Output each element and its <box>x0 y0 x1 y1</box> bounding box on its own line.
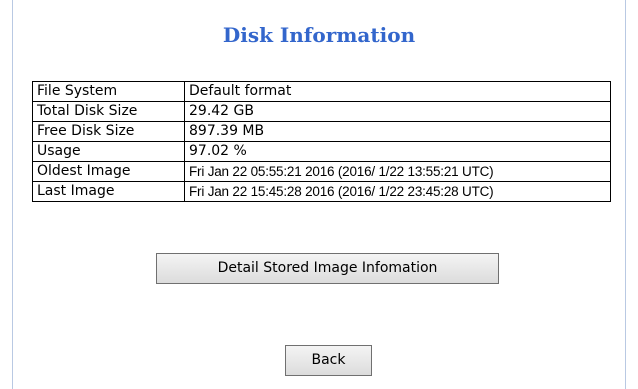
table-row: Oldest Image Fri Jan 22 05:55:21 2016 (2… <box>32 161 611 182</box>
row-label-free-disk-size: Free Disk Size <box>32 121 185 142</box>
row-value-total-disk-size: 29.42 GB <box>184 101 611 122</box>
row-label-total-disk-size: Total Disk Size <box>32 101 185 122</box>
table-row: Usage 97.02 % <box>32 141 611 162</box>
row-value-file-system: Default format <box>184 81 611 102</box>
row-value-oldest-image: Fri Jan 22 05:55:21 2016 (2016/ 1/22 13:… <box>184 161 611 182</box>
row-value-free-disk-size: 897.39 MB <box>184 121 611 142</box>
detail-stored-image-button[interactable]: Detail Stored Image Infomation <box>156 253 499 284</box>
back-button[interactable]: Back <box>285 345 372 376</box>
page-title: Disk Information <box>222 23 416 47</box>
row-value-usage: 97.02 % <box>184 141 611 162</box>
page: Disk Information File System Default for… <box>0 0 638 389</box>
table-row: Total Disk Size 29.42 GB <box>32 101 611 122</box>
table-row: Last Image Fri Jan 22 15:45:28 2016 (201… <box>32 181 611 202</box>
row-label-usage: Usage <box>32 141 185 162</box>
row-value-last-image: Fri Jan 22 15:45:28 2016 (2016/ 1/22 23:… <box>184 181 611 202</box>
disk-info-table: File System Default format Total Disk Si… <box>32 81 611 202</box>
row-label-oldest-image: Oldest Image <box>32 161 185 182</box>
table-row: Free Disk Size 897.39 MB <box>32 121 611 142</box>
row-label-last-image: Last Image <box>32 181 185 202</box>
table-row: File System Default format <box>32 81 611 102</box>
row-label-file-system: File System <box>32 81 185 102</box>
